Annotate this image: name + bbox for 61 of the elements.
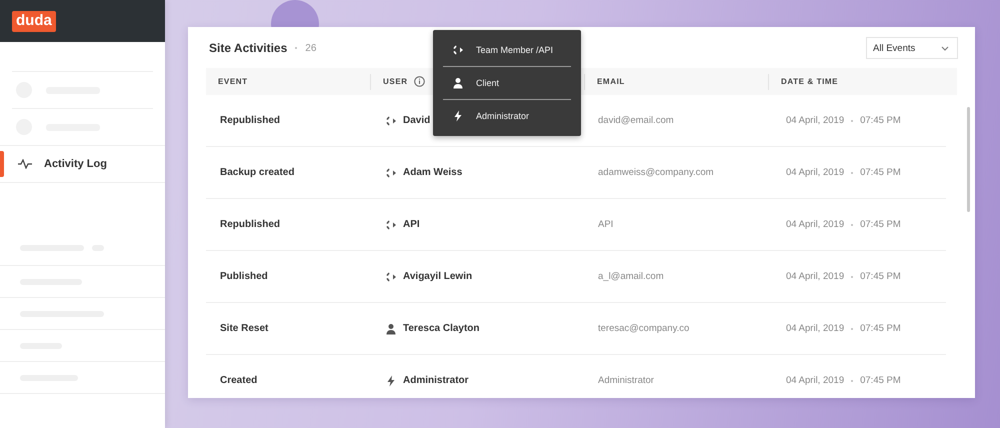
- date-cell: 04 April, 2019: [786, 219, 844, 230]
- user-cell: Teresca Clayton: [403, 323, 480, 334]
- date-cell: 04 April, 2019: [786, 115, 844, 126]
- rotate-arrows-icon: [385, 166, 397, 178]
- rotate-arrows-icon: [452, 44, 464, 56]
- separator-dot: [851, 380, 854, 382]
- menu-item[interactable]: Team Member /API: [443, 34, 571, 66]
- scrollbar[interactable]: [967, 107, 970, 212]
- panel-title: Site Activities: [209, 41, 288, 55]
- email-cell: teresac@company.co: [598, 323, 690, 334]
- event-cell: Backup created: [220, 167, 294, 178]
- email-cell: API: [598, 219, 614, 230]
- separator-dot: [851, 224, 854, 226]
- info-icon[interactable]: [414, 76, 425, 87]
- pulse-icon: [18, 159, 32, 169]
- email-cell: adamweiss@company.com: [598, 167, 714, 178]
- email-cell: Administrator: [598, 375, 654, 386]
- user-cell: David: [403, 115, 430, 126]
- email-cell: a_l@amail.com: [598, 271, 664, 282]
- date-cell: 04 April, 2019: [786, 271, 844, 282]
- time-cell: 07:45 PM: [860, 219, 901, 230]
- rotate-arrows-icon: [385, 218, 397, 230]
- rotate-arrows-icon: [385, 270, 397, 282]
- separator-dot: [851, 120, 854, 122]
- chevron-down-icon: [941, 46, 949, 50]
- separator-dot: [851, 328, 854, 330]
- person-icon: [452, 77, 464, 89]
- user-cell: Avigayil Lewin: [403, 271, 472, 282]
- sidebar-item[interactable]: Activity Log: [0, 145, 165, 183]
- time-cell: 07:45 PM: [860, 375, 901, 386]
- separator-dot: [851, 276, 854, 278]
- user-cell: Administrator: [403, 375, 469, 386]
- column-header[interactable]: EMAIL: [597, 77, 625, 86]
- time-cell: 07:45 PM: [860, 271, 901, 282]
- menu-item[interactable]: Client: [443, 67, 571, 99]
- lightning-icon: [452, 110, 464, 122]
- event-cell: Republished: [220, 219, 280, 230]
- menu-item[interactable]: Administrator: [443, 100, 571, 132]
- user-cell: API: [403, 219, 420, 230]
- column-header[interactable]: DATE & TIME: [781, 77, 838, 86]
- lightning-icon: [385, 374, 397, 386]
- date-cell: 04 April, 2019: [786, 167, 844, 178]
- event-cell: Site Reset: [220, 323, 268, 334]
- time-cell: 07:45 PM: [860, 115, 901, 126]
- date-cell: 04 April, 2019: [786, 375, 844, 386]
- column-header[interactable]: USER: [383, 76, 425, 87]
- rotate-arrows-icon: [385, 114, 397, 126]
- separator-dot: [851, 172, 854, 174]
- event-cell: Republished: [220, 115, 280, 126]
- user-cell: Adam Weiss: [403, 167, 462, 178]
- separator-dot: [295, 47, 298, 49]
- activity-count: 26: [305, 42, 316, 54]
- column-header[interactable]: EVENT: [218, 77, 248, 86]
- event-filter-dropdown[interactable]: All Events: [866, 37, 958, 59]
- email-cell: david@email.com: [598, 115, 674, 126]
- time-cell: 07:45 PM: [860, 323, 901, 334]
- event-cell: Published: [220, 271, 268, 282]
- time-cell: 07:45 PM: [860, 167, 901, 178]
- event-cell: Created: [220, 375, 258, 386]
- date-cell: 04 April, 2019: [786, 323, 844, 334]
- person-icon: [385, 322, 397, 334]
